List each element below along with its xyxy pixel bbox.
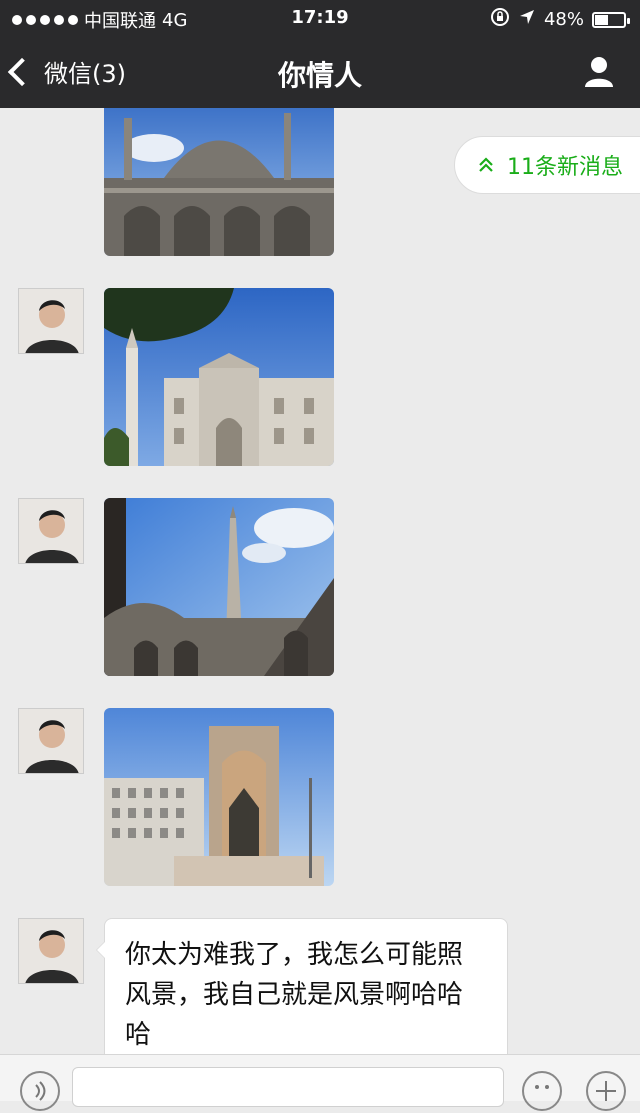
input-bar xyxy=(0,1054,640,1111)
emoji-icon xyxy=(535,1085,549,1089)
new-messages-pill[interactable]: 11条新消息 xyxy=(454,136,640,194)
text-message-bubble[interactable]: 你太为难我了，我怎么可能照风景，我自己就是风景啊哈哈哈 xyxy=(96,918,508,1054)
new-messages-label: 11条新消息 xyxy=(507,155,623,180)
avatar-image xyxy=(19,709,83,773)
avatar-image xyxy=(19,919,83,983)
emoji-button[interactable] xyxy=(522,1071,562,1111)
image-message-2[interactable] xyxy=(104,288,334,466)
avatar-image xyxy=(19,289,83,353)
avatar-image xyxy=(19,499,83,563)
image-message-1[interactable] xyxy=(104,108,334,256)
location-arrow-icon xyxy=(518,8,536,31)
image-message-3[interactable] xyxy=(104,498,334,676)
voice-icon xyxy=(35,1081,46,1101)
battery-percent: 48% xyxy=(543,9,584,30)
monument-photo xyxy=(104,708,334,886)
nav-bar: 微信(3) 你情人 xyxy=(0,36,640,108)
status-bar: 中国联通 4G 17:19 48% xyxy=(0,0,640,36)
chat-area[interactable]: 11条新消息 你太为难我了，我怎么可能照风景，我自己就是风景啊哈哈哈 xyxy=(0,108,640,1054)
avatar[interactable] xyxy=(18,708,84,774)
message-text: 你太为难我了，我怎么可能照风景，我自己就是风景啊哈哈哈 xyxy=(125,940,464,1050)
chat-title: 你情人 xyxy=(277,59,362,92)
avatar[interactable] xyxy=(18,498,84,564)
mosque-photo-3 xyxy=(104,498,334,676)
battery-icon xyxy=(592,11,630,28)
avatar[interactable] xyxy=(18,288,84,354)
image-message-4[interactable] xyxy=(104,708,334,886)
message-input[interactable] xyxy=(72,1067,504,1107)
plus-button[interactable] xyxy=(586,1071,626,1111)
status-right: 48% xyxy=(490,7,630,32)
lock-rotation-icon xyxy=(490,7,510,32)
avatar[interactable] xyxy=(18,918,84,984)
battery-fill xyxy=(595,14,608,25)
double-chevron-up-icon xyxy=(479,157,493,172)
voice-button[interactable] xyxy=(20,1071,60,1111)
user-icon[interactable] xyxy=(582,54,616,88)
plus-icon xyxy=(596,1081,616,1101)
mosque-photo-1 xyxy=(104,108,334,256)
mosque-photo-2 xyxy=(104,288,334,466)
